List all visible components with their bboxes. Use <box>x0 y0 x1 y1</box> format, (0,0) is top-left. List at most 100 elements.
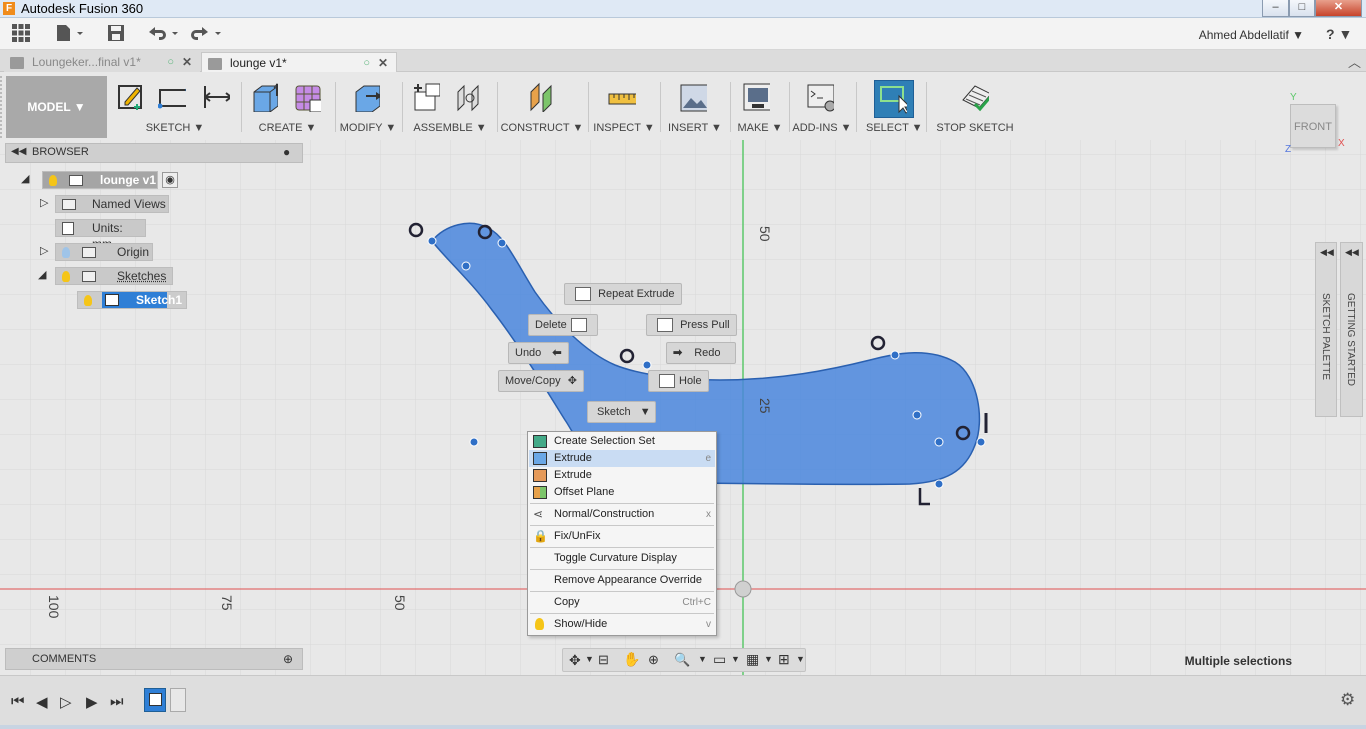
collapse-browser-icon[interactable]: ◀◀ <box>11 146 26 157</box>
menu-offset-plane[interactable]: Offset Plane <box>529 484 715 501</box>
assemble-group[interactable]: ASSEMBLE ▼ <box>406 72 494 140</box>
minimize-button[interactable]: – <box>1262 0 1289 17</box>
redo-button[interactable]: ➡ Redo <box>666 342 736 364</box>
menu-extrude-hover[interactable]: Extrude e <box>529 450 715 467</box>
press-pull-icon[interactable] <box>352 82 380 112</box>
expand-root-icon[interactable]: ◢ <box>21 172 29 185</box>
close-tab-icon[interactable]: ✕ <box>378 53 388 73</box>
origin-point[interactable] <box>734 580 752 598</box>
rectangle-sketch-icon[interactable] <box>158 82 186 112</box>
play-icon[interactable]: ▶ <box>86 693 98 711</box>
joint-icon[interactable] <box>454 82 482 112</box>
collapse-chevron-icon[interactable]: ︿ <box>1348 52 1361 71</box>
sketch-point[interactable] <box>469 437 479 447</box>
orbit-icon[interactable]: ✥ <box>569 652 581 669</box>
scripts-addins-icon[interactable] <box>806 82 834 112</box>
close-tab-icon[interactable]: ✕ <box>182 52 192 72</box>
repeat-extrude-button[interactable]: Repeat Extrude <box>564 283 682 305</box>
menu-remove-appearance[interactable]: Remove Appearance Override <box>529 572 715 589</box>
browser-item-units[interactable]: Units: mm <box>55 219 146 251</box>
sketch-point[interactable] <box>912 410 922 420</box>
zoom-icon[interactable]: ⊕ <box>648 652 659 668</box>
menu-create-selection-set[interactable]: Create Selection Set <box>529 433 715 450</box>
menu-toggle-curvature[interactable]: Toggle Curvature Display <box>529 550 715 567</box>
undo-icon[interactable] <box>147 24 181 44</box>
timeline-settings-gear-icon[interactable]: ⚙ <box>1340 690 1355 710</box>
expand-sketches-icon[interactable]: ◢ <box>38 268 46 281</box>
insert-image-icon[interactable] <box>679 82 707 112</box>
browser-item-origin[interactable]: Origin <box>55 243 153 261</box>
extrude-box-icon[interactable] <box>250 82 278 112</box>
activate-radio-icon[interactable]: ◉ <box>162 172 178 188</box>
expand-named-views-icon[interactable]: ▷ <box>40 196 48 209</box>
display-dropdown-icon[interactable]: ▼ <box>731 654 740 664</box>
measure-icon[interactable] <box>608 82 636 112</box>
browser-item-sketches[interactable]: Sketches <box>55 267 173 285</box>
help-menu[interactable]: ? ▼ <box>1326 26 1352 42</box>
look-at-icon[interactable]: ⊟ <box>598 652 609 668</box>
sketch-point[interactable] <box>976 437 986 447</box>
browser-root-node[interactable]: lounge v1 <box>42 171 158 189</box>
comments-header[interactable]: COMMENTS ⊕ <box>5 648 303 670</box>
visibility-bulb-icon[interactable] <box>49 175 57 186</box>
close-window-button[interactable]: ✕ <box>1315 0 1362 17</box>
timeline-marker[interactable] <box>170 688 186 712</box>
new-component-icon[interactable] <box>412 82 440 112</box>
tab-lounge[interactable]: lounge v1* ○ ✕ <box>201 52 397 72</box>
construct-group[interactable]: CONSTRUCT ▼ <box>500 72 584 140</box>
make-group[interactable]: MAKE ▼ <box>734 72 786 140</box>
apps-grid-icon[interactable] <box>12 24 30 44</box>
insert-group[interactable]: INSERT ▼ <box>664 72 726 140</box>
workspace-switcher[interactable]: MODEL ▼ <box>6 76 107 138</box>
redo-icon[interactable] <box>190 24 224 44</box>
sketch-palette-tab[interactable]: ◀◀ SKETCH PALETTE <box>1315 242 1337 417</box>
grid-dropdown-icon[interactable]: ▼ <box>764 654 773 664</box>
viewcube[interactable]: FRONT <box>1290 104 1336 148</box>
menu-show-hide[interactable]: Show/Hide v <box>529 616 715 633</box>
sketch-group[interactable]: SKETCH ▼ <box>112 72 238 140</box>
menu-copy[interactable]: Copy Ctrl+C <box>529 594 715 611</box>
construct-plane-icon[interactable] <box>527 82 555 112</box>
expand-palette-icon[interactable]: ◀◀ <box>1320 247 1334 258</box>
grid-settings-icon[interactable]: ▦ <box>746 651 759 668</box>
browser-header[interactable]: ◀◀ BROWSER ● <box>5 143 303 163</box>
fit-dropdown-icon[interactable]: ▼ <box>698 654 707 664</box>
pan-hand-icon[interactable]: ✋ <box>623 651 640 668</box>
modify-group[interactable]: MODIFY ▼ <box>338 72 398 140</box>
sketch-point[interactable] <box>427 236 437 246</box>
expand-palette-icon[interactable]: ◀◀ <box>1345 247 1359 258</box>
select-cursor-icon[interactable] <box>879 84 907 114</box>
move-copy-button[interactable]: Move/Copy ✥ <box>498 370 584 392</box>
select-group[interactable]: SELECT ▼ <box>866 72 923 140</box>
visibility-bulb-icon[interactable] <box>84 295 92 306</box>
3d-print-icon[interactable] <box>742 82 770 112</box>
sketch-dropdown-button[interactable]: Sketch ▼ <box>587 401 656 423</box>
viewports-dropdown-icon[interactable]: ▼ <box>796 654 805 664</box>
getting-started-tab[interactable]: ◀◀ GETTING STARTED <box>1340 242 1363 417</box>
user-account-menu[interactable]: Ahmed Abdellatif ▼ <box>1199 28 1304 42</box>
delete-button[interactable]: Delete <box>528 314 598 336</box>
create-sketch-icon[interactable] <box>117 82 145 112</box>
create-group[interactable]: CREATE ▼ <box>245 72 330 140</box>
dimension-icon[interactable] <box>202 82 230 112</box>
tab-loungeker[interactable]: Loungeker...final v1* ○ ✕ <box>4 52 200 72</box>
inspect-group[interactable]: INSPECT ▼ <box>592 72 656 140</box>
sketch-point[interactable] <box>497 238 507 248</box>
sketch-point[interactable] <box>934 479 944 489</box>
browser-item-sketch1[interactable]: Sketch1 <box>77 291 187 309</box>
stop-sketch-icon[interactable] <box>961 82 989 112</box>
visibility-bulb-icon[interactable] <box>62 271 70 282</box>
sketch-point[interactable] <box>934 437 944 447</box>
menu-normal-construction[interactable]: ⋖ Normal/Construction x <box>529 506 715 523</box>
menu-fix-unfix[interactable]: 🔒 Fix/UnFix <box>529 528 715 545</box>
sketch-point[interactable] <box>890 350 900 360</box>
press-pull-button[interactable]: Press Pull <box>646 314 737 336</box>
sketch-point[interactable] <box>642 360 652 370</box>
orbit-dropdown-icon[interactable]: ▼ <box>585 654 594 664</box>
stop-sketch-group[interactable]: STOP SKETCH <box>934 72 1016 140</box>
save-icon[interactable] <box>107 24 125 44</box>
browser-toggle-icon[interactable]: ● <box>283 145 290 159</box>
visibility-bulb-icon[interactable] <box>62 247 70 258</box>
add-ins-group[interactable]: ADD-INS ▼ <box>792 72 852 140</box>
step-forward-icon[interactable]: ▷ <box>60 693 72 711</box>
